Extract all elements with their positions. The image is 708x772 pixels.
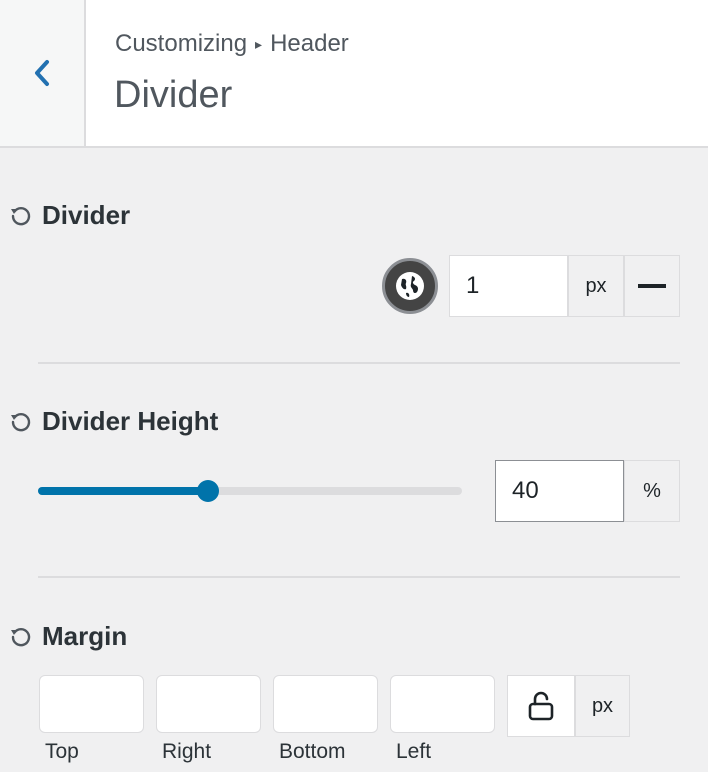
margin-top-input[interactable]	[39, 675, 144, 733]
solid-line-icon	[638, 284, 666, 288]
section-divider	[38, 362, 680, 364]
margin-right-label: Right	[162, 740, 212, 763]
divider-width-input[interactable]: 1	[449, 255, 568, 317]
divider-unit[interactable]: px	[568, 255, 624, 317]
slider-fill	[38, 487, 208, 495]
panel-header: Customizing ▸ Header Divider	[0, 0, 708, 148]
margin-bottom-label: Bottom	[279, 740, 346, 763]
margin-link-button[interactable]	[507, 675, 575, 737]
page-title: Divider	[114, 74, 233, 116]
divider-label: Divider	[42, 200, 131, 230]
divider-height-unit[interactable]: %	[624, 460, 680, 522]
section-divider	[38, 576, 680, 578]
divider-height-slider[interactable]	[38, 480, 462, 502]
breadcrumb-current: Header	[270, 30, 349, 57]
divider-style-button[interactable]	[624, 255, 680, 317]
breadcrumb-separator: ▸	[255, 35, 263, 52]
chevron-left-icon	[35, 60, 49, 86]
breadcrumb: Customizing ▸ Header	[115, 30, 349, 58]
divider-section-title: Divider	[8, 200, 130, 231]
back-button[interactable]	[0, 0, 86, 146]
margin-section-title: Margin	[8, 621, 127, 652]
margin-unit[interactable]: px	[575, 675, 630, 737]
divider-color-button[interactable]	[382, 258, 438, 314]
slider-handle[interactable]	[197, 480, 219, 502]
margin-left-label: Left	[396, 740, 432, 763]
divider-height-section-title: Divider Height	[8, 406, 218, 437]
divider-height-label: Divider Height	[42, 406, 219, 436]
margin-top-label: Top	[45, 740, 79, 763]
reset-icon[interactable]	[8, 203, 34, 229]
globe-icon	[396, 272, 424, 300]
reset-icon[interactable]	[8, 624, 34, 650]
margin-left-input[interactable]	[390, 675, 495, 733]
reset-icon[interactable]	[8, 409, 34, 435]
breadcrumb-parent: Customizing	[115, 30, 248, 57]
unlocked-icon	[528, 691, 554, 721]
divider-height-input[interactable]: 40	[495, 460, 624, 522]
margin-right-input[interactable]	[156, 675, 261, 733]
margin-bottom-input[interactable]	[273, 675, 378, 733]
margin-label: Margin	[42, 621, 128, 651]
